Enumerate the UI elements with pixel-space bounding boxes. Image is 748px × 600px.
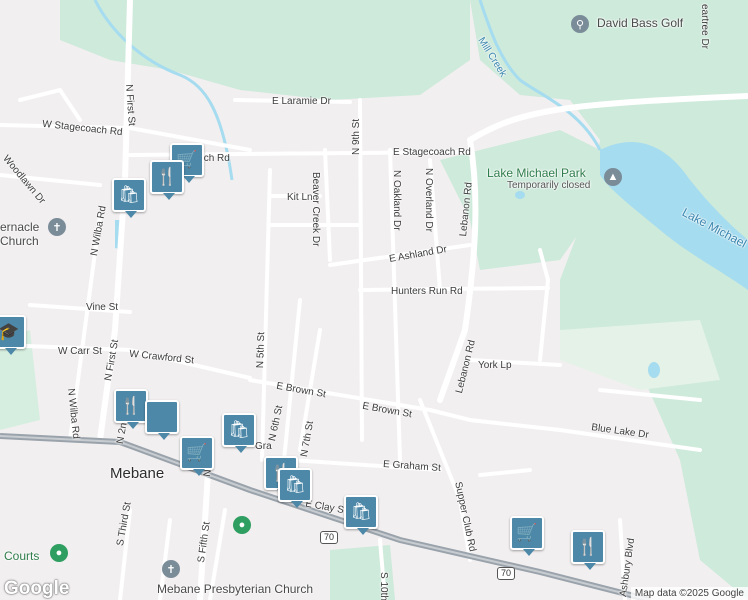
shopping-bag-pin[interactable]: 🛍 — [344, 495, 378, 535]
place-label-mebane-presbyterian-church[interactable]: Mebane Presbyterian Church — [157, 583, 313, 595]
street-label-n-5th-st: N 5th St — [255, 331, 268, 369]
shopping-cart-pin[interactable]: 🛒 — [510, 516, 544, 556]
map-canvas[interactable]: E Laramie Dr W Stagecoach Rd E Stagecoac… — [0, 0, 748, 600]
map-attribution[interactable]: Map data ©2025 Google — [630, 587, 748, 600]
street-label-w-carr-st: W Carr St — [58, 346, 102, 357]
highway-shield-70: 70 — [320, 531, 339, 544]
street-label-e-stagecoach-rd: E Stagecoach Rd — [393, 147, 471, 158]
church-place-icon[interactable]: ✝ — [48, 218, 66, 236]
street-label-n-first-st-top: N First St — [123, 83, 137, 127]
shopping-bag-icon: 🛍 — [228, 420, 250, 439]
shopping-cart-pin[interactable]: 🛒 — [180, 436, 214, 476]
restaurant-icon: 🍴 — [120, 396, 142, 415]
church-place-icon[interactable]: ✝ — [162, 560, 180, 578]
place-label-lake-michael-park[interactable]: Lake Michael Park — [487, 167, 586, 179]
restaurant-icon: 🍴 — [577, 537, 599, 556]
park-place-icon[interactable]: ▲ — [604, 168, 622, 186]
street-label-graham-partial: Gra — [255, 441, 272, 452]
place-label-courts[interactable]: Courts — [4, 550, 39, 562]
street-label-s-10th: S 10th — [378, 572, 389, 600]
restaurant-pin[interactable]: 🍴 — [150, 160, 184, 200]
place-label-tabernacle-church: ernacle Church — [0, 220, 40, 248]
city-label-mebane: Mebane — [110, 465, 165, 482]
shopping-cart-icon: 🛒 — [516, 523, 538, 542]
street-label-n-overland-dr: N Overland Dr — [423, 168, 434, 232]
restaurant-pin[interactable]: 🍴 — [114, 389, 148, 429]
restaurant-icon: 🍴 — [156, 167, 178, 186]
park-place-icon[interactable]: ● — [233, 516, 251, 534]
street-label-kit-ln: Kit Ln — [287, 192, 313, 203]
shopping-bag-icon: 🛍 — [350, 502, 372, 521]
shopping-bag-pin[interactable]: 🛍 — [278, 468, 312, 508]
street-label-beaver-creek-dr: Beaver Creek Dr — [310, 172, 321, 247]
graduation-icon: 🎓 — [0, 322, 20, 341]
shopping-bag-icon: 🛍 — [284, 475, 306, 494]
google-logo[interactable]: Google — [4, 578, 69, 600]
highway-shield-70: 70 — [497, 567, 516, 580]
shopping-bag-pin[interactable]: 🛍 — [222, 413, 256, 453]
street-label-n-oakland-dr: N Oakland Dr — [391, 170, 402, 231]
street-label-peartree-dr: eartree Dr — [699, 4, 710, 50]
place-status-temporarily-closed: Temporarily closed — [507, 180, 591, 191]
street-label-hunters-run-rd: Hunters Run Rd — [391, 286, 463, 297]
street-label-e-laramie-dr: E Laramie Dr — [272, 96, 331, 107]
street-label-york-lp: York Lp — [478, 360, 512, 371]
street-label-vine-st: Vine St — [86, 302, 119, 313]
shopping-bag-icon: 🛍 — [118, 185, 140, 204]
shopping-bag-pin[interactable]: 🛍 — [112, 178, 146, 218]
street-label-n-9th-st: N 9th St — [351, 118, 362, 155]
park-place-icon[interactable]: ● — [50, 544, 68, 562]
graduation-pin[interactable]: 🎓 — [0, 315, 26, 355]
golf-place-icon[interactable]: ⚲ — [571, 15, 589, 33]
shopping-cart-icon: 🛒 — [186, 443, 208, 462]
restaurant-pin[interactable]: 🍴 — [571, 530, 605, 570]
place-label-david-bass-golf[interactable]: David Bass Golf — [597, 17, 683, 29]
shopping-bag-pin[interactable] — [145, 400, 179, 440]
